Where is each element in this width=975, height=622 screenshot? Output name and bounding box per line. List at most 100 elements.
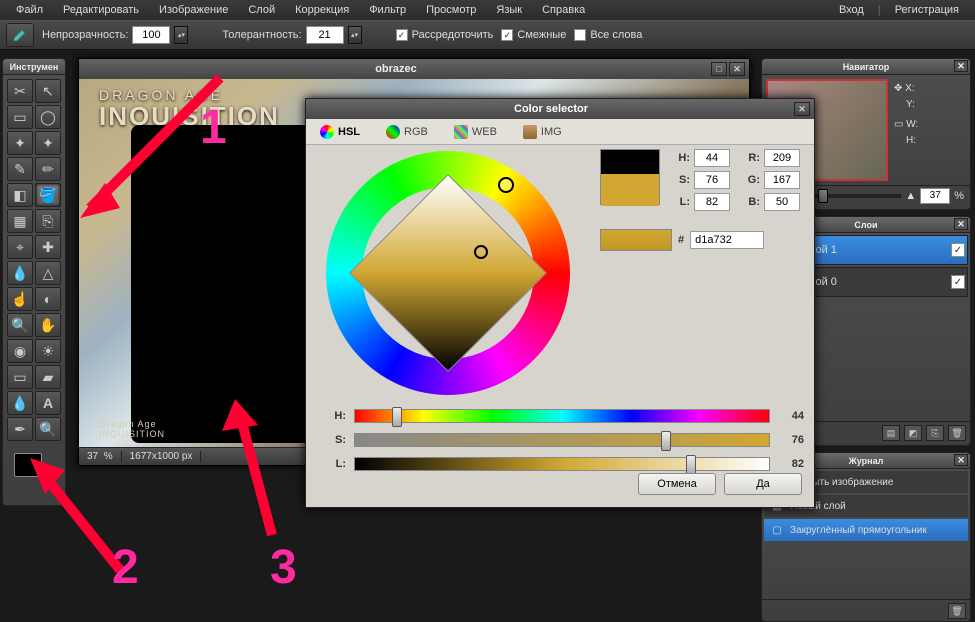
layer-name: Слой 1 (801, 244, 947, 256)
eraser-tool[interactable]: ◧ (7, 183, 33, 207)
h-slider[interactable] (354, 409, 770, 423)
pencil-tool[interactable]: ✎ (7, 157, 33, 181)
layer-delete-button[interactable]: 🗑 (948, 425, 966, 441)
allwords-label: Все слова (590, 29, 642, 41)
allwords-checkbox[interactable] (574, 29, 586, 41)
new-color-swatch (601, 174, 659, 206)
brush-tool[interactable]: ✏ (35, 157, 61, 181)
menu-adjust[interactable]: Коррекция (285, 2, 359, 18)
color-dialog-close[interactable]: ✕ (794, 102, 810, 116)
redeye-tool[interactable]: ◉ (7, 339, 33, 363)
g-input[interactable] (764, 171, 800, 189)
menu-lang[interactable]: Язык (486, 2, 532, 18)
opacity-label: Непрозрачность: (42, 29, 128, 41)
menu-file[interactable]: Файл (6, 2, 53, 18)
eyedrop-tool[interactable]: 💧 (7, 391, 33, 415)
opacity-input[interactable] (132, 26, 170, 44)
history-delete-button[interactable]: 🗑 (948, 603, 966, 619)
text-tool[interactable]: A (35, 391, 61, 415)
menu-filter[interactable]: Фильтр (359, 2, 416, 18)
tab-img[interactable]: IMG (517, 123, 568, 141)
ok-button[interactable]: Да (724, 473, 802, 495)
hex-swatch (600, 229, 672, 251)
contiguous-label: Смежные (517, 29, 566, 41)
tolerance-label: Толерантность: (222, 29, 301, 41)
sponge-tool[interactable]: ◐ (35, 287, 61, 311)
stamp-tool[interactable]: ⌖ (7, 235, 33, 259)
layer-visibility-checkbox[interactable]: ✓ (951, 243, 965, 257)
dodge-tool[interactable]: ☀ (35, 339, 61, 363)
doc-max-button[interactable]: □ (711, 62, 727, 76)
move-tool[interactable]: ↖ (35, 79, 61, 103)
doc-close-button[interactable]: ✕ (729, 62, 745, 76)
tab-rgb[interactable]: RGB (380, 123, 434, 141)
layer-mask-button[interactable]: ◩ (904, 425, 922, 441)
s-input[interactable] (694, 171, 730, 189)
color-dialog-title: Color selector (310, 103, 792, 115)
menu-image[interactable]: Изображение (149, 2, 238, 18)
opacity-spinner[interactable]: ▴▾ (174, 26, 188, 44)
annotation-number-2: 2 (112, 540, 139, 595)
bucket-tool[interactable]: 🪣 (35, 183, 61, 207)
h-input[interactable] (694, 149, 730, 167)
cancel-button[interactable]: Отмена (638, 473, 716, 495)
clone-tool[interactable]: ⎘ (35, 209, 61, 233)
navigator-title: Навигатор✕ (762, 59, 970, 75)
r-input[interactable] (764, 149, 800, 167)
hex-input[interactable] (690, 231, 764, 249)
gradient-tool[interactable]: ▦ (7, 209, 33, 233)
heal-tool[interactable]: ✚ (35, 235, 61, 259)
layer-visibility-checkbox[interactable]: ✓ (951, 275, 965, 289)
navigator-coords: ✥ X: Y: ▭ W: H: (892, 79, 966, 181)
layer-new-button[interactable]: ▤ (882, 425, 900, 441)
shape-tool[interactable]: ▭ (7, 365, 33, 389)
zoom-tool[interactable]: 🔍 (7, 313, 33, 337)
l-slider[interactable] (354, 457, 770, 471)
zoom-in-icon[interactable]: ▲ (905, 190, 916, 202)
color-dialog-titlebar[interactable]: Color selector ✕ (306, 99, 814, 119)
zoom-input[interactable] (920, 188, 950, 204)
layer-dup-button[interactable]: ⎘ (926, 425, 944, 441)
tolerance-input[interactable] (306, 26, 344, 44)
sharpen-tool[interactable]: △ (35, 261, 61, 285)
menu-edit[interactable]: Редактировать (53, 2, 149, 18)
s-slider-value: 76 (778, 434, 804, 446)
lasso-tool[interactable]: ◯ (35, 105, 61, 129)
s-slider[interactable] (354, 433, 770, 447)
l-input[interactable] (694, 193, 730, 211)
active-tool-icon[interactable] (6, 23, 34, 47)
doc-dimensions: 1677x1000 px (122, 451, 202, 462)
history-close[interactable]: ✕ (954, 454, 968, 466)
doc-title: obrazec (83, 63, 709, 75)
blur-tool[interactable]: 💧 (7, 261, 33, 285)
antialias-checkbox[interactable]: ✓ (396, 29, 408, 41)
register-link[interactable]: Регистрация (885, 2, 969, 18)
tab-hsl[interactable]: HSL (314, 123, 366, 141)
marquee-tool[interactable]: ▭ (7, 105, 33, 129)
fg-color-swatch[interactable] (14, 453, 42, 477)
menu-view[interactable]: Просмотр (416, 2, 486, 18)
login-link[interactable]: Вход (829, 2, 874, 18)
doc-titlebar[interactable]: obrazec □ ✕ (79, 59, 749, 79)
history-item[interactable]: ▢ Закруглённый прямоугольник (764, 519, 968, 541)
sv-cursor[interactable] (474, 245, 488, 259)
tab-web[interactable]: WEB (448, 123, 503, 141)
color-replace-tool[interactable]: 🔍 (35, 417, 61, 441)
color-tabs: HSL RGB WEB IMG (306, 119, 814, 145)
navigator-close[interactable]: ✕ (954, 60, 968, 72)
contiguous-checkbox[interactable]: ✓ (501, 29, 513, 41)
color-swatches[interactable] (10, 451, 58, 491)
wand-tool[interactable]: ✦ (7, 131, 33, 155)
menu-layer[interactable]: Слой (238, 2, 285, 18)
hue-cursor[interactable] (498, 177, 514, 193)
hand-tool[interactable]: ✋ (35, 313, 61, 337)
crop-tool[interactable]: ✂ (7, 79, 33, 103)
smudge-tool[interactable]: ☝ (7, 287, 33, 311)
brush-select-tool[interactable]: ✦ (35, 131, 61, 155)
layers-close[interactable]: ✕ (954, 218, 968, 230)
menu-help[interactable]: Справка (532, 2, 595, 18)
tolerance-spinner[interactable]: ▴▾ (348, 26, 362, 44)
draw-tool[interactable]: ▰ (35, 365, 61, 389)
b-input[interactable] (764, 193, 800, 211)
pen-tool[interactable]: ✒ (7, 417, 33, 441)
